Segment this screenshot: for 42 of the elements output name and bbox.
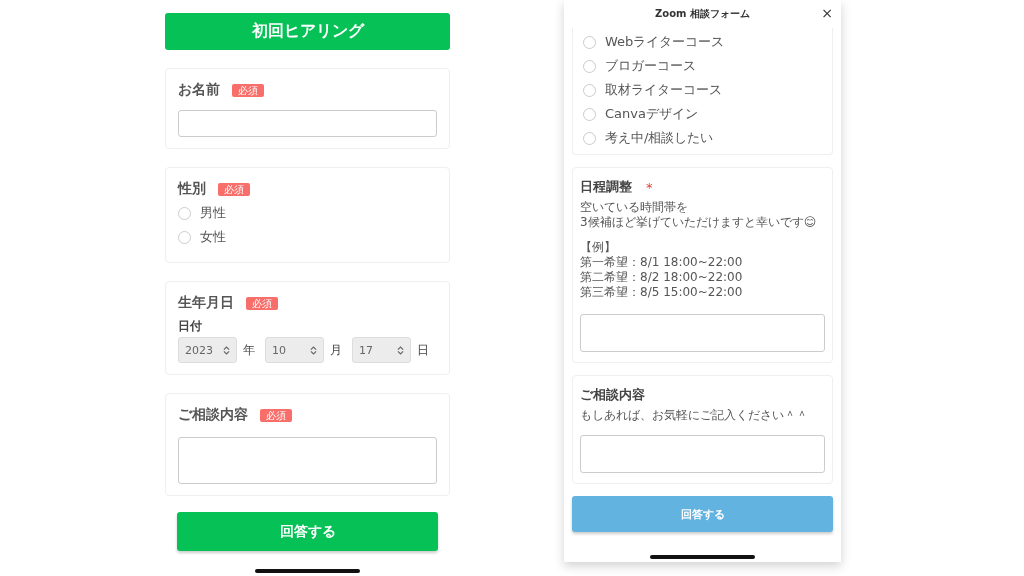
field-label: 生年月日 xyxy=(178,294,234,312)
field-label: お名前 xyxy=(178,81,220,99)
required-mark: * xyxy=(646,179,653,195)
required-badge: 必須 xyxy=(218,182,250,196)
modal-title: Zoom 相談フォーム xyxy=(655,7,750,21)
updown-icon xyxy=(310,345,317,355)
description-text: 空いている時間帯を xyxy=(580,200,689,215)
number-select[interactable]: 17 xyxy=(352,337,411,363)
unit-label: 年 xyxy=(243,341,255,359)
updown-icon xyxy=(223,345,230,355)
text-area[interactable] xyxy=(580,435,825,473)
close-button[interactable]: × xyxy=(819,5,835,21)
input-field[interactable] xyxy=(178,110,437,137)
number-select[interactable]: 10 xyxy=(265,337,324,363)
description-text: 3候補ほど挙げていただけますと幸いです😊 xyxy=(580,215,818,230)
field-label: ご相談内容 xyxy=(178,406,248,424)
description-text: 第一希望：8/1 18:00~22:00 xyxy=(580,255,744,270)
option-label: ブロガーコース xyxy=(605,57,696,75)
required-badge: 必須 xyxy=(260,408,292,422)
option-label: 取材ライターコース xyxy=(605,81,722,99)
unit-label: 月 xyxy=(330,341,342,359)
description-text: 第二希望：8/2 18:00~22:00 xyxy=(580,270,744,285)
option-label: Canvaデザイン xyxy=(605,105,698,123)
date-label: 日付 xyxy=(178,318,203,335)
description-text: 第三希望：8/5 15:00~22:00 xyxy=(580,285,744,300)
updown-icon xyxy=(397,345,404,355)
unit-label: 日 xyxy=(417,341,429,359)
description-text: もしあれば、お気軽にご記入ください＾＾ xyxy=(580,408,809,423)
option-label: 考え中/相談したい xyxy=(605,129,714,147)
description-text: 【例】 xyxy=(580,240,617,255)
number-select[interactable]: 2023 xyxy=(178,337,237,363)
option-label: 男性 xyxy=(200,204,226,222)
field-label: 日程調整 xyxy=(580,178,632,196)
field-label: 性別 xyxy=(178,180,206,198)
required-badge: 必須 xyxy=(246,296,278,310)
option-label: 女性 xyxy=(200,228,226,246)
option-label: Webライターコース xyxy=(605,33,725,51)
text-area[interactable] xyxy=(178,437,437,484)
required-badge: 必須 xyxy=(232,83,264,97)
field-label: ご相談内容 xyxy=(580,386,645,404)
form-title-banner: 初回ヒアリング xyxy=(165,13,450,50)
text-area[interactable] xyxy=(580,314,825,352)
